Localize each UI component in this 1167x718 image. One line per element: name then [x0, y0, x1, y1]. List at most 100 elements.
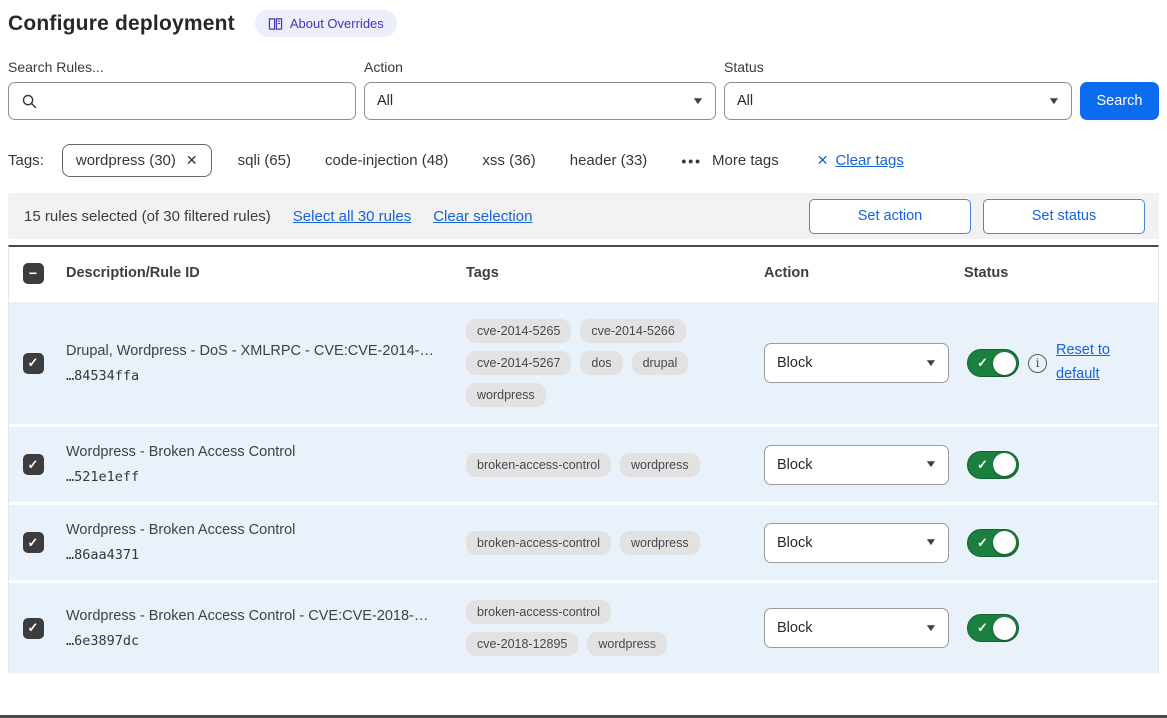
rule-description: Drupal, Wordpress - DoS - XMLRPC - CVE:C… — [66, 343, 457, 359]
filter-bar: Search Rules... Action All ▼ Status All … — [8, 59, 1159, 120]
clear-selection-link[interactable]: Clear selection — [433, 208, 532, 225]
tag-item-xss[interactable]: xss (36) — [482, 152, 535, 169]
table-header-row: Description/Rule ID Tags Action Status — [9, 247, 1158, 299]
reset-to-default-link[interactable]: Reset to default — [1056, 339, 1120, 387]
status-filter-select[interactable]: All ▼ — [724, 82, 1072, 120]
chevron-down-icon: ▼ — [1047, 96, 1061, 107]
chevron-down-icon: ▼ — [924, 623, 938, 634]
tag-pill: cve-2018-12895 — [466, 632, 578, 656]
tags-label: Tags: — [8, 152, 44, 169]
status-toggle[interactable]: ✓ — [967, 451, 1019, 479]
row-checkbox[interactable] — [23, 353, 44, 374]
status-filter-value: All — [737, 93, 753, 109]
rule-id: …521e1eff — [66, 469, 457, 485]
select-all-checkbox[interactable] — [23, 263, 44, 284]
status-toggle[interactable]: ✓ — [967, 529, 1019, 557]
action-filter-select[interactable]: All ▼ — [364, 82, 716, 120]
remove-tag-icon[interactable]: ✕ — [186, 152, 198, 169]
tag-pill: drupal — [632, 351, 689, 375]
set-action-button[interactable]: Set action — [809, 199, 971, 234]
more-tags-button[interactable]: ••• More tags — [681, 152, 778, 169]
column-header-action: Action — [755, 265, 955, 281]
search-rules-label: Search Rules... — [8, 59, 356, 75]
row-checkbox[interactable] — [23, 454, 44, 475]
tag-pill: wordpress — [587, 632, 667, 656]
search-input[interactable] — [8, 82, 356, 120]
column-header-description: Description/Rule ID — [57, 265, 457, 281]
row-checkbox[interactable] — [23, 618, 44, 639]
check-icon: ✓ — [977, 535, 988, 551]
status-toggle[interactable]: ✓ — [967, 349, 1019, 377]
selection-bar: 15 rules selected (of 30 filtered rules)… — [8, 193, 1159, 239]
column-header-status: Status — [955, 265, 1158, 281]
action-filter-label: Action — [364, 59, 716, 75]
tag-pill: wordpress — [620, 453, 700, 477]
action-select[interactable]: Block ▼ — [764, 445, 949, 485]
rules-table-body: Drupal, Wordpress - DoS - XMLRPC - CVE:C… — [9, 302, 1158, 673]
tag-pill: wordpress — [620, 531, 700, 555]
selected-tag-wordpress[interactable]: wordpress (30) ✕ — [62, 144, 212, 177]
tag-item-header[interactable]: header (33) — [570, 152, 648, 169]
select-all-link[interactable]: Select all 30 rules — [293, 208, 411, 225]
rule-tags: broken-access-control wordpress — [466, 453, 731, 477]
tag-item-code-injection[interactable]: code-injection (48) — [325, 152, 448, 169]
action-select-value: Block — [777, 535, 812, 551]
chevron-down-icon: ▼ — [924, 358, 938, 369]
row-checkbox[interactable] — [23, 532, 44, 553]
table-row: Drupal, Wordpress - DoS - XMLRPC - CVE:C… — [9, 302, 1158, 424]
table-row: Wordpress - Broken Access Control - CVE:… — [9, 583, 1158, 673]
clear-icon: ✕ — [817, 152, 829, 169]
more-tags-label: More tags — [712, 152, 779, 169]
tag-pill: broken-access-control — [466, 600, 611, 624]
about-overrides-badge[interactable]: About Overrides — [255, 10, 397, 37]
selection-summary: 15 rules selected (of 30 filtered rules) — [24, 208, 271, 225]
action-select-value: Block — [777, 457, 812, 473]
rule-id: …84534ffa — [66, 368, 457, 384]
toggle-knob — [993, 531, 1016, 554]
tag-pill: cve-2014-5266 — [580, 319, 685, 343]
action-select[interactable]: Block ▼ — [764, 608, 949, 648]
set-status-button[interactable]: Set status — [983, 199, 1145, 234]
action-select-value: Block — [777, 355, 812, 371]
status-filter-label: Status — [724, 59, 1072, 75]
ellipsis-icon: ••• — [681, 153, 702, 169]
rules-table: Description/Rule ID Tags Action Status D… — [8, 245, 1159, 673]
tag-pill: cve-2014-5267 — [466, 351, 571, 375]
action-select-value: Block — [777, 620, 812, 636]
clear-tags-link[interactable]: ✕ Clear tags — [817, 152, 904, 169]
selected-tag-label: wordpress (30) — [76, 152, 176, 169]
toggle-knob — [993, 617, 1016, 640]
rule-id: …6e3897dc — [66, 633, 457, 649]
toggle-knob — [993, 352, 1016, 375]
search-icon — [21, 93, 38, 110]
table-row: Wordpress - Broken Access Control …521e1… — [9, 427, 1158, 502]
rule-description: Wordpress - Broken Access Control — [66, 444, 457, 460]
book-icon — [268, 17, 283, 31]
tag-pill: broken-access-control — [466, 531, 611, 555]
rule-description: Wordpress - Broken Access Control - CVE:… — [66, 608, 457, 624]
action-select[interactable]: Block ▼ — [764, 343, 949, 383]
rule-tags: broken-access-control cve-2018-12895 wordp… — [466, 600, 731, 656]
toggle-knob — [993, 453, 1016, 476]
status-toggle[interactable]: ✓ — [967, 614, 1019, 642]
check-icon: ✓ — [977, 457, 988, 473]
chevron-down-icon: ▼ — [924, 459, 938, 470]
check-icon: ✓ — [977, 355, 988, 371]
tag-pill: broken-access-control — [466, 453, 611, 477]
action-select[interactable]: Block ▼ — [764, 523, 949, 563]
tag-pill: wordpress — [466, 383, 546, 407]
chevron-down-icon: ▼ — [924, 537, 938, 548]
tag-item-sqli[interactable]: sqli (65) — [238, 152, 291, 169]
page-title: Configure deployment — [8, 12, 235, 36]
configure-deployment-page: Configure deployment About Overrides Sea… — [0, 0, 1167, 718]
chevron-down-icon: ▼ — [691, 96, 705, 107]
action-filter-value: All — [377, 93, 393, 109]
search-button[interactable]: Search — [1080, 82, 1159, 120]
rule-description: Wordpress - Broken Access Control — [66, 522, 457, 538]
rule-id: …86aa4371 — [66, 547, 457, 563]
rule-tags: broken-access-control wordpress — [466, 531, 731, 555]
tag-pill: cve-2014-5265 — [466, 319, 571, 343]
info-icon[interactable]: i — [1028, 354, 1047, 373]
page-header: Configure deployment About Overrides — [8, 10, 1159, 37]
clear-tags-label: Clear tags — [835, 152, 903, 169]
